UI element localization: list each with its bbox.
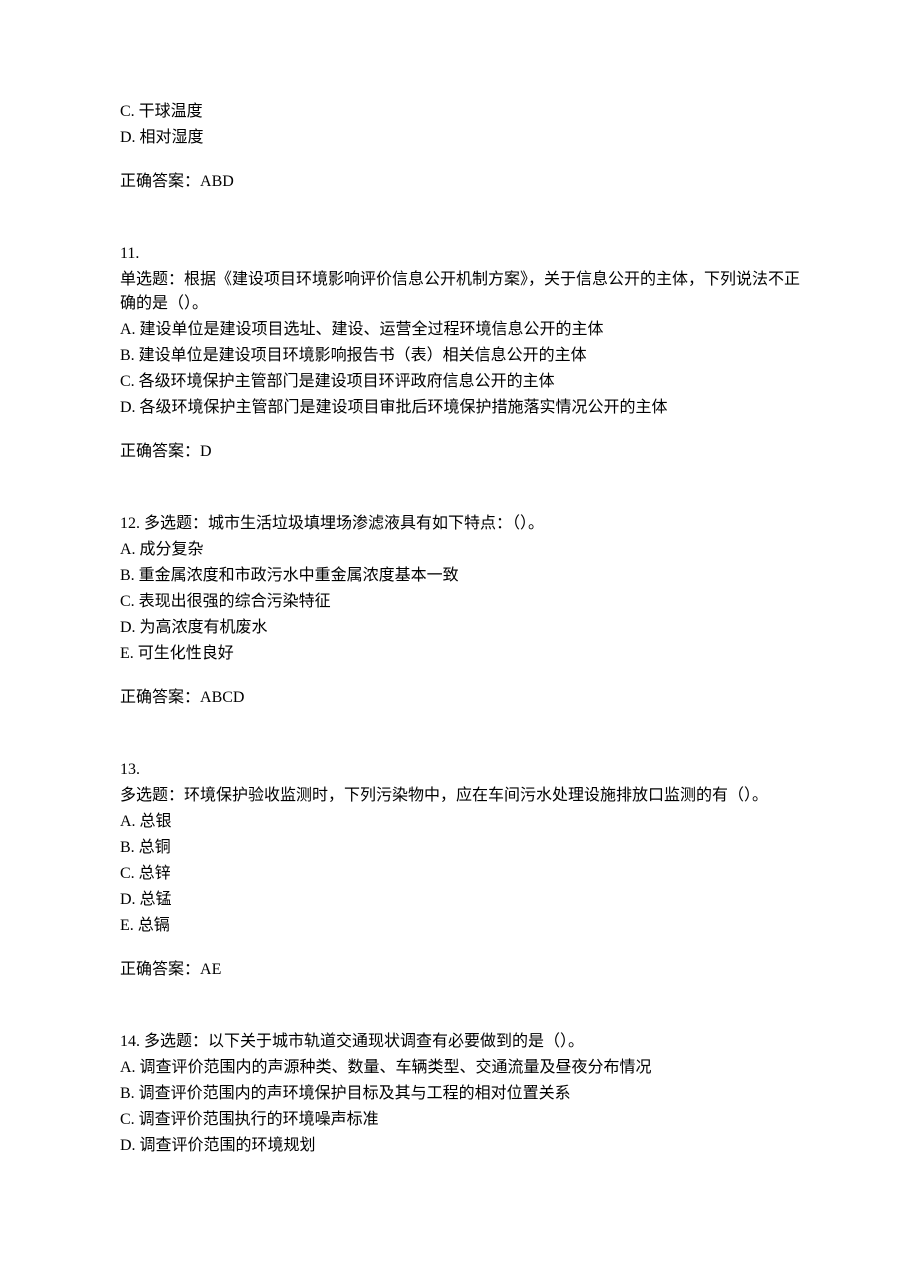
option-c: C. 各级环境保护主管部门是建设项目环评政府信息公开的主体 xyxy=(120,370,800,394)
question-12: 12. 多选题：城市生活垃圾填埋场渗滤液具有如下特点：（）。 A. 成分复杂 B… xyxy=(120,512,800,710)
question-14: 14. 多选题：以下关于城市轨道交通现状调查有必要做到的是（）。 A. 调查评价… xyxy=(120,1030,800,1158)
answer-value: AE xyxy=(200,961,221,978)
question-stem-line: 14. 多选题：以下关于城市轨道交通现状调查有必要做到的是（）。 xyxy=(120,1030,800,1054)
option-a: A. 成分复杂 xyxy=(120,538,800,562)
option-d: D. 各级环境保护主管部门是建设项目审批后环境保护措施落实情况公开的主体 xyxy=(120,396,800,420)
answer-value: ABCD xyxy=(200,689,244,706)
answer-label: 正确答案： xyxy=(120,689,200,706)
question-number: 11. xyxy=(120,242,800,266)
answer-line: 正确答案：D xyxy=(120,440,800,464)
option-c: C. 调查评价范围执行的环境噪声标准 xyxy=(120,1108,800,1132)
option-a: A. 调查评价范围内的声源种类、数量、车辆类型、交通流量及昼夜分布情况 xyxy=(120,1056,800,1080)
answer-label: 正确答案： xyxy=(120,961,200,978)
question-number: 14. xyxy=(120,1033,144,1050)
question-13: 13. 多选题：环境保护验收监测时，下列污染物中，应在车间污水处理设施排放口监测… xyxy=(120,758,800,982)
question-number: 12. xyxy=(120,515,144,532)
option-d: D. 调查评价范围的环境规划 xyxy=(120,1134,800,1158)
option-c: C. 表现出很强的综合污染特征 xyxy=(120,590,800,614)
question-11: 11. 单选题：根据《建设项目环境影响评价信息公开机制方案》，关于信息公开的主体… xyxy=(120,242,800,464)
option-b: B. 总铜 xyxy=(120,836,800,860)
question-stem: 多选题：城市生活垃圾填埋场渗滤液具有如下特点：（）。 xyxy=(144,515,544,532)
option-d: D. 总锰 xyxy=(120,888,800,912)
answer-line: 正确答案：AE xyxy=(120,958,800,982)
answer-line: 正确答案：ABCD xyxy=(120,686,800,710)
question-number: 13. xyxy=(120,758,800,782)
option-c: C. 干球温度 xyxy=(120,100,800,124)
option-d: D. 为高浓度有机废水 xyxy=(120,616,800,640)
option-e: E. 总镉 xyxy=(120,914,800,938)
question-stem: 多选题：环境保护验收监测时，下列污染物中，应在车间污水处理设施排放口监测的有（）… xyxy=(120,784,800,808)
option-d: D. 相对湿度 xyxy=(120,126,800,150)
option-b: B. 重金属浓度和市政污水中重金属浓度基本一致 xyxy=(120,564,800,588)
question-10-partial: C. 干球温度 D. 相对湿度 正确答案：ABD xyxy=(120,100,800,194)
option-c: C. 总锌 xyxy=(120,862,800,886)
question-stem: 单选题：根据《建设项目环境影响评价信息公开机制方案》，关于信息公开的主体，下列说… xyxy=(120,268,800,316)
question-stem: 多选题：以下关于城市轨道交通现状调查有必要做到的是（）。 xyxy=(144,1033,584,1050)
option-b: B. 调查评价范围内的声环境保护目标及其与工程的相对位置关系 xyxy=(120,1082,800,1106)
answer-line: 正确答案：ABD xyxy=(120,170,800,194)
option-a: A. 建设单位是建设项目选址、建设、运营全过程环境信息公开的主体 xyxy=(120,318,800,342)
answer-label: 正确答案： xyxy=(120,443,200,460)
answer-label: 正确答案： xyxy=(120,173,200,190)
answer-value: D xyxy=(200,443,212,460)
answer-value: ABD xyxy=(200,173,234,190)
option-b: B. 建设单位是建设项目环境影响报告书（表）相关信息公开的主体 xyxy=(120,344,800,368)
option-a: A. 总银 xyxy=(120,810,800,834)
question-stem-line: 12. 多选题：城市生活垃圾填埋场渗滤液具有如下特点：（）。 xyxy=(120,512,800,536)
option-e: E. 可生化性良好 xyxy=(120,642,800,666)
